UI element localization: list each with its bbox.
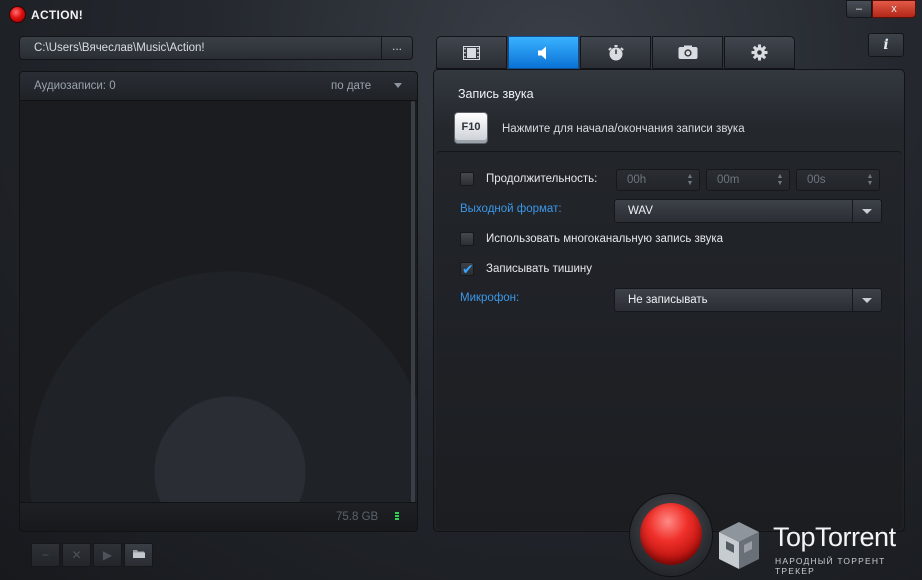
recordings-count: Аудиозаписи: 0	[34, 80, 116, 92]
action-logo-icon	[10, 7, 25, 22]
disk-space-label: 75.8 GB	[336, 511, 379, 523]
recordings-toolbar: − ✕ ▶	[31, 543, 153, 567]
audio-settings-panel: Запись звука F10 Нажмите для начала/окон…	[433, 69, 905, 532]
play-icon[interactable]: ▶	[93, 543, 122, 567]
close-button[interactable]: x	[872, 0, 916, 18]
output-format-select[interactable]: WAV	[614, 199, 882, 223]
stepper-arrows-icon[interactable]: ▲ ▼	[866, 173, 874, 187]
record-silence-checkbox[interactable]: ✔	[460, 261, 474, 277]
save-path-field[interactable]: C:\Users\Вячеслав\Music\Action! ...	[19, 36, 413, 60]
speaker-icon	[537, 46, 546, 59]
disk-meter-icon	[395, 512, 399, 522]
microphone-value: Не записывать	[628, 294, 708, 306]
output-format-value: WAV	[628, 205, 653, 217]
duration-row: Продолжительность: 00h ▲ ▼ 00m ▲ ▼ 00s ▲ ▼	[436, 168, 902, 192]
recordings-scrollbar[interactable]	[411, 101, 415, 503]
mode-tabs	[436, 36, 796, 69]
tab-audio[interactable]	[508, 36, 579, 69]
window-controls: – x	[846, 0, 916, 18]
seconds-stepper[interactable]: 00s ▲ ▼	[796, 169, 880, 191]
stepper-arrows-icon[interactable]: ▲ ▼	[776, 173, 784, 187]
minus-icon[interactable]: −	[31, 543, 60, 567]
gear-icon	[751, 44, 768, 61]
multichannel-checkbox[interactable]	[460, 232, 474, 246]
settings-box: Продолжительность: 00h ▲ ▼ 00m ▲ ▼ 00s ▲ ▼ …	[436, 151, 902, 530]
minutes-stepper[interactable]: 00m ▲ ▼	[706, 169, 790, 191]
recordings-panel: Аудиозаписи: 0 по дате 75.8 GB	[19, 71, 418, 532]
duration-checkbox[interactable]	[460, 172, 474, 186]
hours-stepper[interactable]: 00h ▲ ▼	[616, 169, 700, 191]
chevron-down-icon[interactable]	[852, 289, 881, 311]
title-bar: ACTION! – x	[0, 0, 922, 30]
app-window: ACTION! – x C:\Users\Вячеслав\Music\Acti…	[0, 0, 922, 580]
toptorrent-logo-icon	[719, 522, 759, 569]
app-title: ACTION!	[31, 8, 84, 22]
hotkey-button[interactable]: F10	[454, 112, 488, 144]
chevron-down-icon[interactable]	[852, 200, 881, 222]
microphone-label: Микрофон:	[460, 292, 520, 304]
multichannel-row: Использовать многоканальную запись звука	[436, 228, 902, 252]
recordings-header: Аудиозаписи: 0 по дате	[20, 72, 417, 101]
seconds-value: 00s	[807, 174, 826, 186]
multichannel-label: Использовать многоканальную запись звука	[486, 233, 724, 245]
tab-video[interactable]	[436, 36, 507, 69]
minimize-button[interactable]: –	[846, 0, 872, 18]
watermark-title: TopTorrent	[773, 522, 896, 552]
minutes-value: 00m	[717, 174, 740, 186]
checkmark-icon: ✔	[462, 261, 474, 277]
save-path-text: C:\Users\Вячеслав\Music\Action!	[34, 42, 205, 54]
sort-dropdown[interactable]: по дате	[331, 80, 371, 92]
camera-icon	[678, 45, 697, 59]
tab-timer[interactable]	[580, 36, 651, 69]
hours-value: 00h	[627, 174, 647, 186]
stopwatch-icon	[607, 44, 624, 60]
stepper-arrows-icon[interactable]: ▲ ▼	[686, 173, 694, 187]
microphone-select[interactable]: Не записывать	[614, 288, 882, 312]
record-silence-label: Записывать тишину	[486, 263, 593, 275]
record-button[interactable]	[640, 503, 702, 565]
record-silence-row: ✔ Записывать тишину	[436, 258, 902, 282]
output-format-label: Выходной формат:	[460, 203, 562, 215]
tab-settings[interactable]	[724, 36, 795, 69]
info-button[interactable]: i	[868, 33, 904, 57]
watermark-subtitle: НАРОДНЫЙ ТОРРЕНТ ТРЕКЕР	[775, 556, 886, 576]
chevron-down-icon[interactable]	[394, 83, 402, 88]
recordings-footer: 75.8 GB	[20, 502, 417, 531]
film-icon	[463, 45, 480, 60]
microphone-row: Микрофон: Не записывать	[436, 287, 902, 312]
section-title: Запись звука	[458, 87, 534, 101]
duration-label: Продолжительность:	[486, 173, 598, 185]
delete-icon[interactable]: ✕	[62, 543, 91, 567]
folder-icon[interactable]	[124, 543, 153, 567]
output-format-row: Выходной формат: WAV	[436, 198, 902, 223]
browse-path-button[interactable]: ...	[381, 37, 412, 59]
hotkey-hint: Нажмите для начала/окончания записи звук…	[502, 123, 745, 135]
tab-screenshot[interactable]	[652, 36, 723, 69]
